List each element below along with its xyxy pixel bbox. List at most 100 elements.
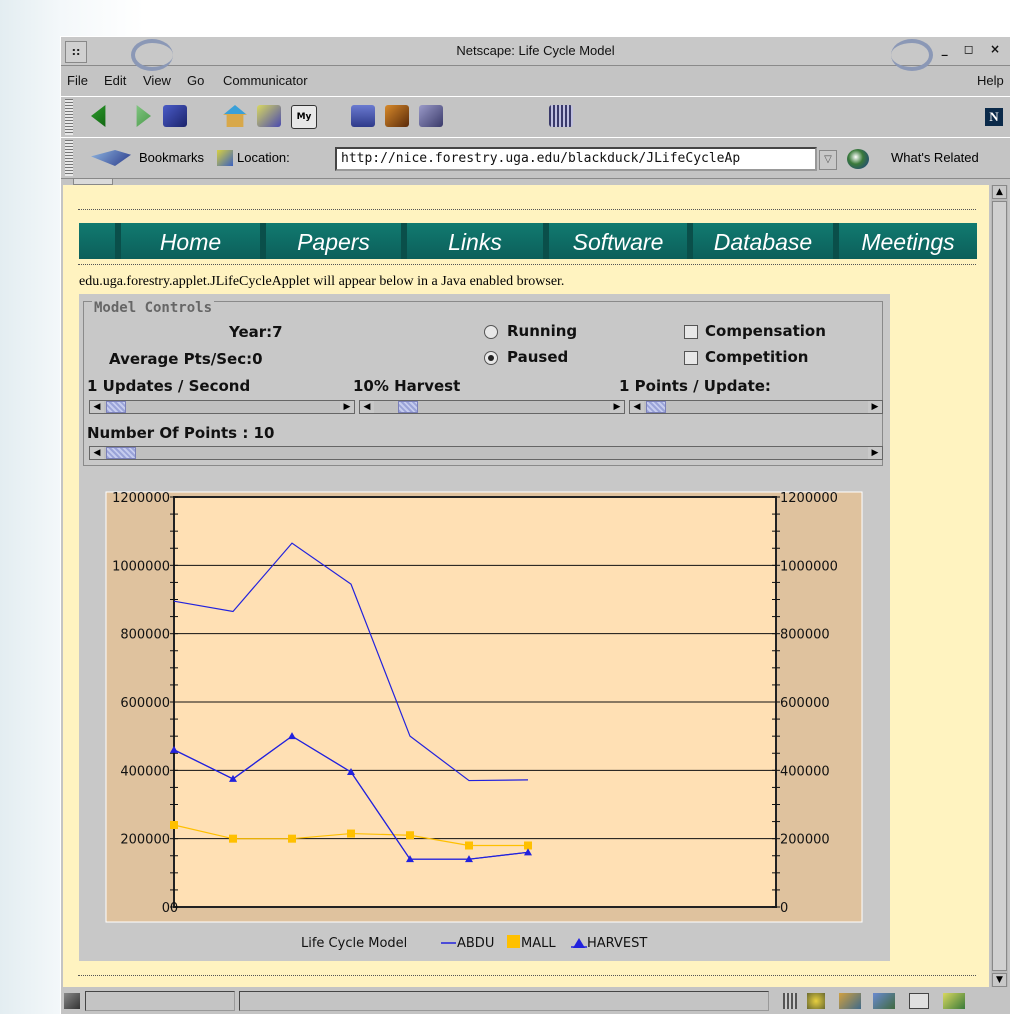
legend-mall-marker xyxy=(507,935,520,948)
point-mall xyxy=(347,829,355,838)
scroll-down-arrow[interactable]: ▼ xyxy=(992,973,1007,987)
url-field[interactable]: http://nice.forestry.uga.edu/blackduck/J… xyxy=(335,147,817,171)
running-radio[interactable] xyxy=(484,325,498,339)
vertical-scrollbar[interactable]: ▲ ▼ xyxy=(991,185,1008,987)
num-points-slider-thumb[interactable] xyxy=(106,447,136,459)
stop-icon[interactable] xyxy=(549,105,573,127)
location-grip[interactable] xyxy=(65,140,73,176)
menu-view[interactable]: View xyxy=(143,73,171,88)
composer-icon[interactable] xyxy=(943,993,965,1009)
num-points-slider[interactable]: ◀ ▶ xyxy=(89,446,883,460)
print-icon[interactable] xyxy=(351,105,375,127)
home-icon[interactable] xyxy=(223,105,247,127)
legend-title: Life Cycle Model xyxy=(301,936,407,951)
paused-radio[interactable] xyxy=(484,351,498,365)
personal-toolbar-tab[interactable] xyxy=(73,178,113,185)
scroll-up-arrow[interactable]: ▲ xyxy=(992,185,1007,199)
chart-panel: 0 0 200000 200000 400000 400000 600000 600000 80… xyxy=(79,472,890,961)
updates-slider-left-arrow[interactable]: ◀ xyxy=(90,401,104,413)
progress-field xyxy=(85,991,235,1011)
nav-home[interactable]: Home xyxy=(115,223,260,259)
whats-related-label[interactable]: What's Related xyxy=(891,150,979,165)
y-tick-label-left: 400000 xyxy=(120,764,170,779)
navigator-icon[interactable] xyxy=(807,993,825,1009)
model-controls-legend: Model Controls xyxy=(92,300,215,316)
running-label[interactable]: Running xyxy=(507,322,577,340)
component-bar-grip[interactable] xyxy=(783,993,797,1009)
y-tick-label-right: 400000 xyxy=(780,764,830,779)
menu-file[interactable]: File xyxy=(67,73,88,88)
whats-related-icon[interactable] xyxy=(847,149,869,169)
toolbar-grip[interactable] xyxy=(65,99,73,135)
nav-links[interactable]: Links xyxy=(401,223,543,259)
harvest-slider-right-arrow[interactable]: ▶ xyxy=(610,401,624,413)
y-tick-label-left: 0 xyxy=(162,901,170,916)
competition-label[interactable]: Competition xyxy=(705,348,808,366)
points-label: 1 Points / Update: xyxy=(619,377,771,395)
security-lock-icon[interactable] xyxy=(64,993,80,1009)
harvest-slider[interactable]: ◀ ▶ xyxy=(359,400,625,414)
y-tick-label-right: 0 xyxy=(780,901,788,916)
menu-communicator[interactable]: Communicator xyxy=(223,73,308,88)
nav-papers[interactable]: Papers xyxy=(260,223,401,259)
menu-help[interactable]: Help xyxy=(977,73,1004,88)
netscape-logo-icon: N xyxy=(985,108,1003,126)
window-title: Netscape: Life Cycle Model xyxy=(456,43,615,58)
point-mall xyxy=(465,841,473,850)
num-points-slider-right-arrow[interactable]: ▶ xyxy=(868,447,882,459)
page-content: Home Papers Links Software Database Meet… xyxy=(63,185,989,987)
menu-go[interactable]: Go xyxy=(187,73,204,88)
competition-checkbox[interactable] xyxy=(684,351,698,365)
newsgroups-icon[interactable] xyxy=(873,993,895,1009)
paused-label[interactable]: Paused xyxy=(507,348,568,366)
compensation-label[interactable]: Compensation xyxy=(705,322,826,340)
num-points-label: Number Of Points : 10 xyxy=(87,424,275,442)
point-mall xyxy=(406,831,414,840)
browser-window: :: Netscape: Life Cycle Model _ ◻ × File… xyxy=(60,36,1010,1014)
model-controls-panel: Model Controls Year:7 Average Pts/Sec:0 … xyxy=(79,294,890,472)
y-tick-label-right: 1200000 xyxy=(780,491,838,506)
search-icon[interactable] xyxy=(257,105,281,127)
legend-harvest-label: HARVEST xyxy=(587,936,647,951)
forward-icon[interactable] xyxy=(136,105,151,127)
updates-slider[interactable]: ◀ ▶ xyxy=(89,400,355,414)
scroll-thumb[interactable] xyxy=(992,201,1007,971)
point-mall xyxy=(288,834,296,843)
points-slider-thumb[interactable] xyxy=(646,401,666,413)
top-divider xyxy=(78,209,976,210)
points-slider-left-arrow[interactable]: ◀ xyxy=(630,401,644,413)
navigation-toolbar: My N xyxy=(61,96,1010,138)
mail-icon[interactable] xyxy=(839,993,861,1009)
legend-harvest-marker xyxy=(573,938,585,948)
url-dropdown-icon[interactable]: ▽ xyxy=(819,150,837,170)
status-text-field xyxy=(239,991,769,1011)
x-axis-start-label: 0 xyxy=(170,901,178,916)
back-icon[interactable] xyxy=(91,105,106,127)
updates-slider-thumb[interactable] xyxy=(106,401,126,413)
menu-edit[interactable]: Edit xyxy=(104,73,126,88)
location-icon xyxy=(217,150,233,166)
updates-slider-right-arrow[interactable]: ▶ xyxy=(340,401,354,413)
point-mall xyxy=(170,821,178,829)
nav-software[interactable]: Software xyxy=(543,223,687,259)
points-slider[interactable]: ◀ ▶ xyxy=(629,400,883,414)
window-controls[interactable]: _ ◻ × xyxy=(942,42,1006,56)
bookmarks-label[interactable]: Bookmarks xyxy=(139,150,204,165)
points-slider-right-arrow[interactable]: ▶ xyxy=(868,401,882,413)
harvest-slider-left-arrow[interactable]: ◀ xyxy=(360,401,374,413)
harvest-slider-thumb[interactable] xyxy=(398,401,418,413)
site-nav: Home Papers Links Software Database Meet… xyxy=(79,223,977,259)
nav-database[interactable]: Database xyxy=(687,223,833,259)
reload-icon[interactable] xyxy=(163,105,187,127)
life-cycle-chart: 0 0200000 200000400000 400000600000 60000080… xyxy=(105,491,863,951)
security-icon[interactable] xyxy=(385,105,409,127)
compensation-checkbox[interactable] xyxy=(684,325,698,339)
address-book-icon[interactable] xyxy=(909,993,929,1009)
updates-label: 1 Updates / Second xyxy=(87,377,251,395)
bookmarks-icon[interactable] xyxy=(91,150,131,166)
nav-meetings[interactable]: Meetings xyxy=(833,223,977,259)
my-netscape-icon[interactable]: My xyxy=(291,105,317,129)
num-points-slider-left-arrow[interactable]: ◀ xyxy=(90,447,104,459)
shop-icon[interactable] xyxy=(419,105,443,127)
menu-bar: File Edit View Go Communicator Help xyxy=(61,66,1010,94)
